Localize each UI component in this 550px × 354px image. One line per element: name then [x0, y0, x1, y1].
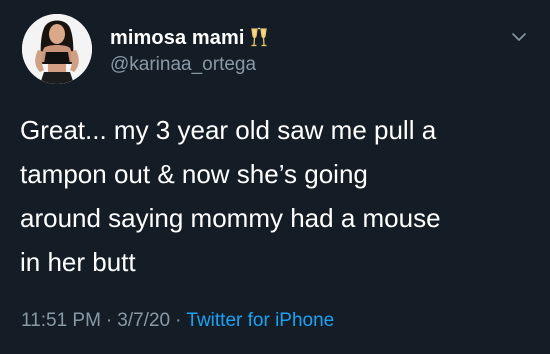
meta-separator: ·: [105, 310, 113, 331]
avatar-image: [22, 14, 92, 84]
user-name-row[interactable]: mimosa mami: [110, 26, 269, 50]
user-handle[interactable]: @karinaa_ortega: [110, 54, 256, 76]
tweet-card: mimosa mami @karinaa_ortega Great... my …: [0, 0, 550, 354]
display-name[interactable]: mimosa mami: [110, 27, 245, 50]
tweet-meta: 11:51 PM · 3/7/20 · Twitter for iPhone: [21, 310, 334, 332]
tweet-text: Great... my 3 year old saw me pull a tam…: [20, 115, 441, 277]
chevron-down-icon[interactable]: [510, 28, 528, 46]
tweet-time[interactable]: 11:51 PM: [21, 310, 101, 331]
tweet-source-link[interactable]: Twitter for iPhone: [186, 310, 334, 331]
tweet-date[interactable]: 3/7/20: [117, 310, 170, 331]
avatar[interactable]: [22, 14, 92, 84]
clinking-glasses-icon: [249, 27, 269, 49]
meta-separator: ·: [175, 310, 182, 331]
